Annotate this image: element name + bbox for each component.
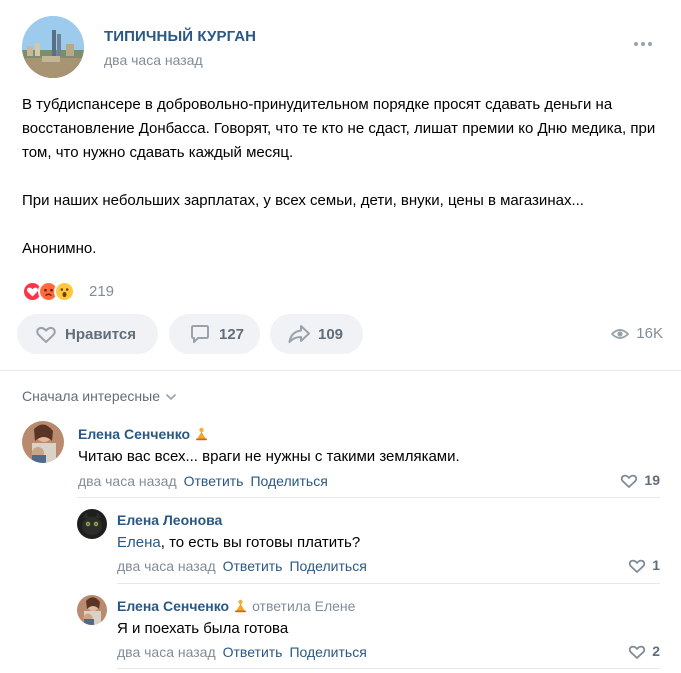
group-avatar[interactable] — [22, 16, 84, 78]
comment-icon — [191, 325, 209, 343]
divider — [77, 497, 660, 498]
group-name[interactable]: ТИПИЧНЫЙ КУРГАН — [104, 28, 256, 45]
reply-link[interactable]: Ответить — [223, 558, 283, 574]
wow-reaction-icon — [54, 281, 75, 302]
reply-link[interactable]: Ответить — [184, 473, 244, 489]
heart-icon — [36, 326, 56, 343]
divider — [117, 668, 660, 669]
more-icon[interactable] — [634, 42, 656, 50]
post-header: ТИПИЧНЫЙ КУРГАН два часа назад — [22, 16, 662, 80]
share-icon — [288, 325, 310, 343]
mention-link[interactable]: Елена — [117, 534, 161, 551]
chevron-down-icon — [165, 393, 177, 401]
comment-meta: два часа назад Ответить Поделиться — [78, 473, 328, 489]
share-link[interactable]: Поделиться — [289, 644, 366, 660]
comment-author[interactable]: Елена Сенченко — [78, 426, 209, 442]
post-paragraph: Анонимно. — [22, 240, 97, 257]
share-link[interactable]: Поделиться — [289, 558, 366, 574]
comment-avatar[interactable] — [77, 595, 107, 625]
comment-text: Я и поехать была готова — [117, 620, 289, 637]
comment-time[interactable]: два часа назад — [117, 644, 216, 660]
comment-time[interactable]: два часа назад — [117, 558, 216, 574]
reply-link[interactable]: Ответить — [223, 644, 283, 660]
post-text: В тубдиспансере в добровольно-принудител… — [22, 93, 662, 285]
comment-author-name: Елена Сенченко — [117, 598, 230, 614]
comment-like-button[interactable]: 2 — [627, 642, 660, 660]
comment-avatar[interactable] — [22, 421, 64, 463]
comment-likes-count: 1 — [652, 557, 660, 573]
comment: Елена Сенченко Читаю вас всех... враги н… — [22, 421, 662, 501]
comment-author-name: Елена Сенченко — [78, 426, 191, 442]
comment-text-body: , то есть вы готовы платить? — [160, 534, 361, 551]
share-button[interactable]: 109 — [270, 314, 363, 354]
comment-avatar[interactable] — [77, 509, 107, 539]
comments-count: 127 — [219, 325, 245, 343]
comment-likes-count: 2 — [652, 643, 660, 659]
comment-meta: два часа назад Ответить Поделиться — [117, 558, 367, 574]
divider — [0, 370, 681, 371]
replied-to-label[interactable]: ответила Елене — [252, 598, 355, 614]
comment-button[interactable]: 127 — [169, 314, 260, 354]
like-label: Нравится — [65, 325, 137, 343]
share-link[interactable]: Поделиться — [250, 473, 327, 489]
comment-likes-count: 19 — [644, 472, 660, 488]
comment-author[interactable]: Елена Леонова — [117, 512, 222, 528]
heart-icon — [629, 645, 646, 659]
comment-reply: Елена Сенченко ответила Елене Я и поехать… — [77, 595, 662, 667]
heart-icon — [629, 559, 646, 573]
comment-meta: два часа назад Ответить Поделиться — [117, 644, 367, 660]
comment-author-name: Елена Леонова — [117, 512, 223, 528]
prayer-badge-icon — [196, 427, 208, 441]
comment-author[interactable]: Елена Сенченко ответила Елене — [117, 598, 355, 614]
heart-icon — [621, 474, 638, 488]
views-count: 16K — [636, 325, 663, 342]
comment-like-button[interactable]: 1 — [627, 556, 660, 574]
post-time[interactable]: два часа назад — [104, 52, 203, 68]
divider — [117, 583, 660, 584]
comment-text: Читаю вас всех... враги не нужны с таким… — [78, 448, 460, 465]
comment-like-button[interactable]: 19 — [619, 471, 660, 489]
comment-text: Елена, то есть вы готовы платить? — [117, 534, 360, 551]
shares-count: 109 — [318, 325, 344, 343]
post-actions: Нравится 127 109 16K — [17, 314, 663, 354]
post-paragraph: При наших небольших зарплатах, у всех се… — [22, 192, 584, 209]
views-counter: 16K — [611, 325, 663, 342]
comments-sort-dropdown[interactable]: Сначала интересные — [22, 388, 177, 404]
comment-time[interactable]: два часа назад — [78, 473, 177, 489]
reactions-count: 219 — [89, 283, 115, 300]
post-paragraph: В тубдиспансере в добровольно-принудител… — [22, 96, 656, 161]
eye-icon — [611, 328, 630, 339]
prayer-badge-icon — [235, 599, 247, 613]
comment-reply: Елена Леонова Елена, то есть вы готовы п… — [77, 509, 662, 581]
like-button[interactable]: Нравится — [17, 314, 158, 354]
sort-label: Сначала интересные — [22, 388, 160, 404]
